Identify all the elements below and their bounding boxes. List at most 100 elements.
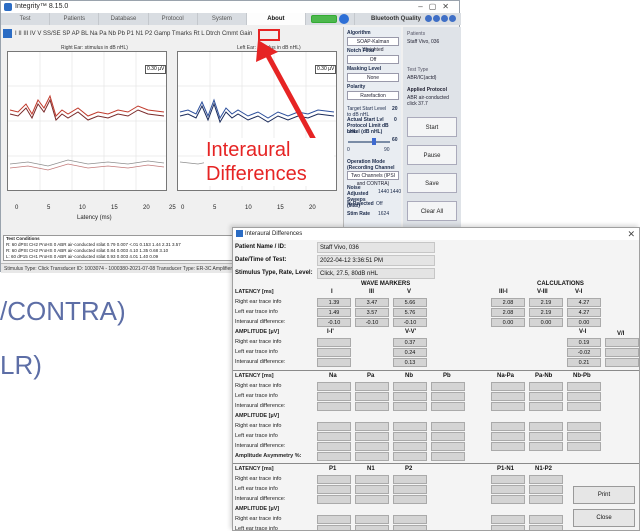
save-button[interactable]: Save [407,173,457,193]
tab-patients[interactable]: Patients [50,13,100,25]
stimulus-label: Stimulus Type, Rate, Level: [235,270,313,276]
bluetooth-quality-indicator [425,15,456,22]
noise-sweeps-value-1: 1440 [378,189,390,195]
level-slider[interactable] [348,141,390,143]
amp-cell [491,525,525,530]
latency-cell [355,495,389,504]
dialog-close-icon[interactable]: ✕ [627,228,635,240]
target-start-value[interactable]: 20 [392,106,398,112]
col-header: V-III [537,289,548,295]
asym-cell [393,452,427,461]
amp-cell [393,525,427,530]
level-value[interactable]: 60 [392,137,398,143]
amp-cell: -0.02 [567,348,601,357]
level-slider-thumb[interactable] [372,138,376,145]
level-min: 0 [347,147,350,153]
row-label: Right ear trace info [235,516,282,522]
callout-arrow-icon [256,40,317,142]
row-label: Left ear trace info [235,393,278,399]
amp-cell [393,442,427,451]
section-divider [233,463,639,464]
print-button[interactable]: Print [573,486,635,504]
col-header: Pa-Nb [535,373,553,379]
row-label: Interaural difference: [235,496,286,502]
amp-cell [529,442,563,451]
callout-line-1: Interaural [206,139,291,161]
calc-cell: 2.19 [529,298,563,307]
patient-value: Staff Vivo, 036 [407,39,440,45]
amp-cell [605,338,639,347]
close-button[interactable]: Close [573,509,635,527]
patient-name-value: Staff Vivo, 036 [317,242,435,253]
row-label: Right ear trace info [235,476,282,482]
right-ear-plot[interactable] [7,51,167,191]
operation-mode-select[interactable]: Two Channels (IPSI and CONTRA) [347,171,399,187]
bluetooth-quality-label: Bluetooth Quality [371,16,421,22]
actual-start-value: 0 [394,117,397,123]
amp-cell: 0.37 [393,338,427,347]
latency-label: LATENCY [ms] [235,466,274,472]
calc-cell [529,392,563,401]
latency-cell: 5.66 [393,298,427,307]
window-controls-icon[interactable]: –▢✕ [418,1,455,13]
tab-system[interactable]: System [198,13,247,25]
col-header: Pb [443,373,451,379]
amp-cell [567,422,601,431]
waveform-toolbar[interactable]: I II III IV V SS/SE SP AP BL Na Pa Nb Pb… [1,27,341,41]
test-type-value: ABR/IC(actd) [407,75,437,81]
x-tick-label: 0 [15,205,19,211]
col-header: V-V' [405,329,417,335]
clear-all-button[interactable]: Clear All [407,201,457,221]
polarity-label: Polarity [347,84,366,90]
amp-cell [355,432,389,441]
level-max: 90 [384,147,390,153]
stim-rate-value: 1624 [378,211,390,217]
latency-cell [393,392,427,401]
latency-label: LATENCY [ms] [235,373,274,379]
col-header: P1 [329,466,337,472]
row-label: Interaural difference: [235,443,286,449]
masking-level-label: Masking Level [347,66,382,72]
notch-filter-select[interactable]: Off [347,55,399,64]
latency-cell [317,495,351,504]
amp-cell [355,422,389,431]
tab-test[interactable]: Test [1,13,51,25]
row-label: Interaural difference: [235,319,286,325]
calc-cell [567,392,601,401]
dialog-app-icon [236,230,243,237]
amp-cell [567,432,601,441]
amp-cell [491,432,525,441]
amp-cell [529,525,563,530]
col-header: I [331,289,333,295]
tab-database[interactable]: Database [99,13,149,25]
amplitude-label: AMPLITUDE [µV] [235,413,280,419]
bluetooth-icon [339,14,349,24]
right-gain-box: 0.30 µV [145,65,167,74]
algorithm-select[interactable]: SOAP-Kalman Weighted [347,37,399,53]
tab-protocol[interactable]: Protocol [149,13,198,25]
latency-cell: 3.57 [355,308,389,317]
x-tick-label: 10 [79,205,86,211]
latency-cell [317,475,351,484]
x-tick-label: 5 [213,205,217,211]
calc-cell: 0.00 [491,318,525,327]
background-label-contra: /CONTRA) [0,296,126,326]
amp-cell [431,422,465,431]
latency-cell: -0.10 [355,318,389,327]
calc-cell [567,402,601,411]
latency-cell [393,402,427,411]
col-header: Nb-Pb [573,373,591,379]
amp-cell [491,422,525,431]
x-tick-label: 20 [143,205,150,211]
pause-button[interactable]: Pause [407,145,457,165]
start-button[interactable]: Start [407,117,457,137]
callout-line-2: Differences [206,163,307,185]
patients-label: Patients [407,31,426,37]
tab-about[interactable]: About [246,13,306,25]
polarity-select[interactable]: Rarefaction [347,91,399,100]
rejected-value[interactable]: Off [376,201,383,207]
masking-level-select[interactable]: None [347,73,399,82]
row-label: Right ear trace info [235,299,282,305]
row-label: Left ear trace info [235,349,278,355]
col-header: N1 [367,466,375,472]
